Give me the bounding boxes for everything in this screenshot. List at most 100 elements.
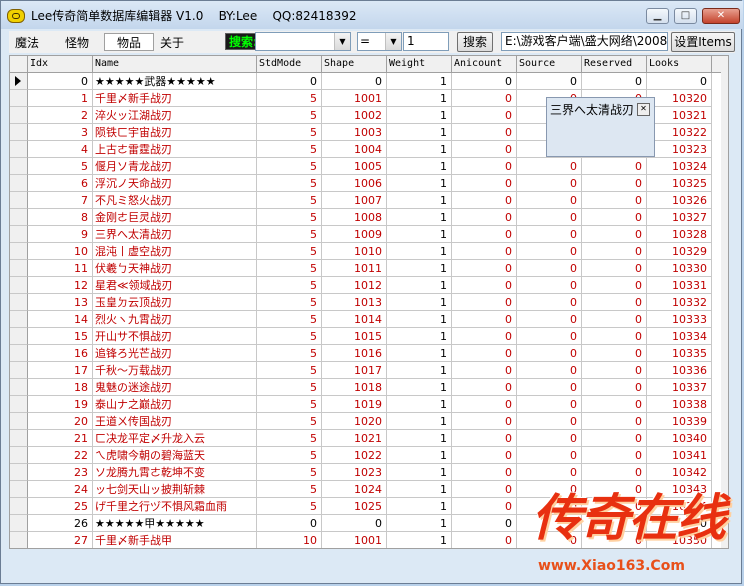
cell-source[interactable]: 0 — [517, 73, 582, 90]
row-indicator[interactable] — [10, 396, 28, 413]
cell-anicount[interactable]: 0 — [452, 464, 517, 481]
cell-reserved[interactable]: 0 — [582, 362, 647, 379]
cell-reserved[interactable]: 0 — [582, 209, 647, 226]
cell-looks[interactable]: 10326 — [647, 192, 712, 209]
cell-stdmode[interactable]: 5 — [257, 481, 322, 498]
cell-idx[interactable]: 15 — [28, 328, 93, 345]
cell-anicount[interactable]: 0 — [452, 345, 517, 362]
cell-source[interactable]: 0 — [517, 328, 582, 345]
cell-weight[interactable]: 1 — [387, 192, 452, 209]
table-row[interactable]: 0 ★★★★★武器★★★★★ 0 0 1 0 0 0 0 — [10, 73, 728, 90]
close-icon[interactable]: ✕ — [637, 103, 650, 116]
cell-shape[interactable]: 1019 — [322, 396, 387, 413]
cell-stdmode[interactable]: 5 — [257, 311, 322, 328]
cell-idx[interactable]: 21 — [28, 430, 93, 447]
cell-anicount[interactable]: 0 — [452, 430, 517, 447]
cell-idx[interactable]: 7 — [28, 192, 93, 209]
cell-source[interactable]: 0 — [517, 362, 582, 379]
chevron-down-icon[interactable]: ▼ — [334, 33, 350, 50]
cell-weight[interactable]: 1 — [387, 209, 452, 226]
row-indicator[interactable] — [10, 277, 28, 294]
cell-reserved[interactable]: 0 — [582, 73, 647, 90]
row-indicator[interactable] — [10, 260, 28, 277]
cell-name[interactable]: 追锋ろ光芒战刃 — [93, 345, 257, 362]
cell-shape[interactable]: 1018 — [322, 379, 387, 396]
cell-anicount[interactable]: 0 — [452, 379, 517, 396]
minimize-button[interactable]: ▁ — [646, 8, 669, 24]
cell-weight[interactable]: 1 — [387, 345, 452, 362]
cell-source[interactable]: 0 — [517, 396, 582, 413]
cell-shape[interactable]: 0 — [322, 515, 387, 532]
cell-shape[interactable]: 1003 — [322, 124, 387, 141]
cell-idx[interactable]: 24 — [28, 481, 93, 498]
cell-shape[interactable]: 1012 — [322, 277, 387, 294]
cell-name[interactable]: 上古ㄜ雷霆战刃 — [93, 141, 257, 158]
cell-looks[interactable]: 10329 — [647, 243, 712, 260]
cell-name[interactable]: 星君≪领域战刃 — [93, 277, 257, 294]
column-header-shape[interactable]: Shape — [322, 56, 387, 72]
cell-idx[interactable]: 26 — [28, 515, 93, 532]
cell-weight[interactable]: 1 — [387, 175, 452, 192]
row-indicator[interactable] — [10, 90, 28, 107]
cell-idx[interactable]: 1 — [28, 90, 93, 107]
cell-name[interactable]: 烈火ヽ九霄战刃 — [93, 311, 257, 328]
cell-looks[interactable]: 10328 — [647, 226, 712, 243]
cell-name[interactable]: ッ七剑天山ッ披荆斩棘 — [93, 481, 257, 498]
cell-shape[interactable]: 1020 — [322, 413, 387, 430]
cell-reserved[interactable]: 0 — [582, 311, 647, 328]
cell-shape[interactable]: 1015 — [322, 328, 387, 345]
cell-stdmode[interactable]: 5 — [257, 328, 322, 345]
column-header-stdmode[interactable]: StdMode — [257, 56, 322, 72]
table-row[interactable]: 11 伏羲ㄅ天神战刃 5 1011 1 0 0 0 10330 — [10, 260, 728, 277]
row-indicator[interactable] — [10, 243, 28, 260]
cell-reserved[interactable]: 0 — [582, 447, 647, 464]
cell-name[interactable]: ★★★★★甲★★★★★ — [93, 515, 257, 532]
cell-shape[interactable]: 1001 — [322, 90, 387, 107]
row-indicator[interactable] — [10, 345, 28, 362]
cell-weight[interactable]: 1 — [387, 532, 452, 548]
cell-idx[interactable]: 12 — [28, 277, 93, 294]
cell-stdmode[interactable]: 5 — [257, 90, 322, 107]
cell-looks[interactable]: 10327 — [647, 209, 712, 226]
cell-idx[interactable]: 5 — [28, 158, 93, 175]
cell-anicount[interactable]: 0 — [452, 73, 517, 90]
cell-shape[interactable]: 1022 — [322, 447, 387, 464]
cell-weight[interactable]: 1 — [387, 430, 452, 447]
cell-looks[interactable]: 10331 — [647, 277, 712, 294]
row-indicator[interactable] — [10, 311, 28, 328]
cell-looks[interactable]: 10337 — [647, 379, 712, 396]
cell-stdmode[interactable]: 5 — [257, 464, 322, 481]
row-indicator[interactable] — [10, 379, 28, 396]
cell-name[interactable]: ㄟ虎啸今朝の碧海蓝天 — [93, 447, 257, 464]
cell-anicount[interactable]: 0 — [452, 260, 517, 277]
cell-anicount[interactable]: 0 — [452, 498, 517, 515]
cell-reserved[interactable]: 0 — [582, 192, 647, 209]
cell-name[interactable]: 千里〆新手战甲 — [93, 532, 257, 548]
cell-weight[interactable]: 1 — [387, 498, 452, 515]
cell-weight[interactable]: 1 — [387, 311, 452, 328]
cell-idx[interactable]: 0 — [28, 73, 93, 90]
cell-looks[interactable]: 10335 — [647, 345, 712, 362]
table-row[interactable]: 13 玉皇ㄉ云顶战刃 5 1013 1 0 0 0 10332 — [10, 294, 728, 311]
cell-looks[interactable]: 10330 — [647, 260, 712, 277]
row-indicator[interactable] — [10, 175, 28, 192]
cell-idx[interactable]: 10 — [28, 243, 93, 260]
cell-source[interactable]: 0 — [517, 243, 582, 260]
cell-anicount[interactable]: 0 — [452, 294, 517, 311]
cell-weight[interactable]: 1 — [387, 260, 452, 277]
tab-magic[interactable]: 魔法 — [9, 33, 45, 51]
cell-source[interactable]: 0 — [517, 294, 582, 311]
cell-anicount[interactable]: 0 — [452, 328, 517, 345]
row-indicator[interactable] — [10, 532, 28, 548]
cell-stdmode[interactable]: 5 — [257, 158, 322, 175]
cell-name[interactable]: 开山サ不惧战刃 — [93, 328, 257, 345]
cell-stdmode[interactable]: 5 — [257, 277, 322, 294]
cell-looks[interactable]: 10340 — [647, 430, 712, 447]
cell-looks[interactable]: 10332 — [647, 294, 712, 311]
cell-stdmode[interactable]: 5 — [257, 107, 322, 124]
cell-idx[interactable]: 11 — [28, 260, 93, 277]
cell-anicount[interactable]: 0 — [452, 192, 517, 209]
cell-shape[interactable]: 1021 — [322, 430, 387, 447]
cell-reserved[interactable]: 0 — [582, 243, 647, 260]
cell-source[interactable]: 0 — [517, 413, 582, 430]
